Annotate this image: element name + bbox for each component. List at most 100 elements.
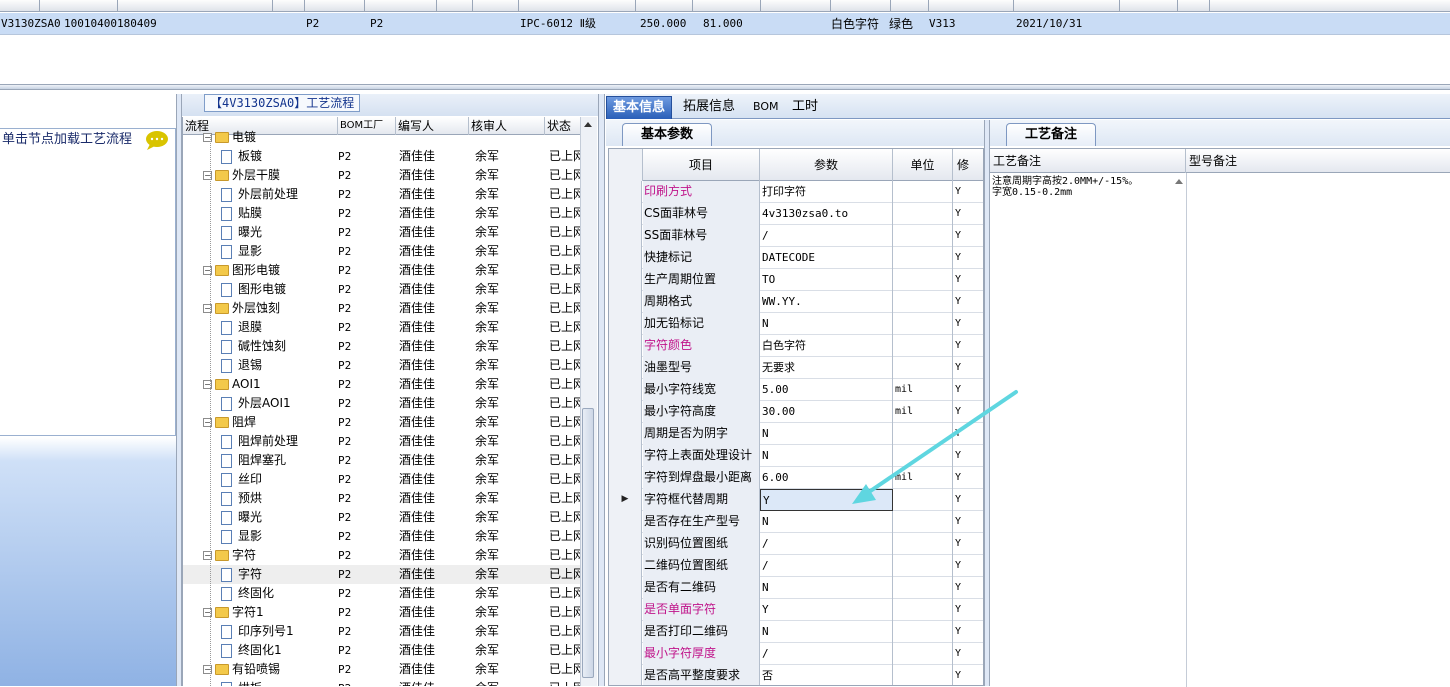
tree-group-row[interactable]: −有铅喷锡 P2 酒佳佳 余军 已上网: [183, 660, 580, 679]
tree-scroll-thumb[interactable]: [582, 408, 594, 678]
row-indicator[interactable]: [609, 203, 642, 225]
param-value[interactable]: /: [760, 225, 893, 247]
tab-basic-params[interactable]: 基本参数: [622, 123, 713, 146]
tree-group-row[interactable]: −AOI1 P2 酒佳佳 余军 已上网: [183, 375, 580, 394]
tree-step-row[interactable]: 显影 P2 酒佳佳 余军 已上网: [183, 242, 580, 261]
param-value[interactable]: Y: [760, 489, 893, 511]
tab-bom[interactable]: BOM: [747, 96, 785, 119]
tree-group-row[interactable]: −外层干膜 P2 酒佳佳 余军 已上网: [183, 166, 580, 185]
param-value[interactable]: N: [760, 511, 893, 533]
param-row[interactable]: 是否存在生产型号 N Y: [609, 511, 983, 533]
param-row[interactable]: 周期是否为阴字 N Y: [609, 423, 983, 445]
tab-work-hours[interactable]: 工时: [786, 96, 824, 119]
tree-group-row[interactable]: −图形电镀 P2 酒佳佳 余军 已上网: [183, 261, 580, 280]
params-col-item[interactable]: 项目: [643, 149, 760, 181]
row-indicator[interactable]: [609, 247, 642, 269]
tree-step-row[interactable]: 曝光 P2 酒佳佳 余军 已上网: [183, 508, 580, 527]
param-value[interactable]: 5.00: [760, 379, 893, 401]
tree-step-row[interactable]: 丝印 P2 酒佳佳 余军 已上网: [183, 470, 580, 489]
param-value[interactable]: WW.YY.: [760, 291, 893, 313]
tree-step-row[interactable]: 外层AOI1 P2 酒佳佳 余军 已上网: [183, 394, 580, 413]
top-grid-row[interactable]: V3130ZSA0 10010400180409 P2 P2 IPC-6012 …: [0, 13, 1450, 35]
param-value[interactable]: N: [760, 577, 893, 599]
row-indicator[interactable]: [609, 445, 642, 467]
param-row[interactable]: 是否单面字符 Y Y: [609, 599, 983, 621]
row-indicator[interactable]: [609, 335, 642, 357]
param-value[interactable]: 否: [760, 665, 893, 685]
basic-params-grid[interactable]: 项目 参数 单位 修 印刷方式 打印字符 Y CS面菲林号 4v3130zsa0.to Y…: [608, 148, 984, 686]
param-value[interactable]: TO: [760, 269, 893, 291]
tree-step-row[interactable]: 字符 P2 酒佳佳 余军 已上网: [183, 565, 580, 584]
notes-grid[interactable]: 工艺备注 型号备注 注意周期字高按2.0MM+/-15%。 字宽0.15-0.2…: [990, 148, 1450, 687]
param-row[interactable]: 最小字符高度 30.00 mil Y: [609, 401, 983, 423]
param-value[interactable]: 白色字符: [760, 335, 893, 357]
row-indicator[interactable]: [609, 423, 642, 445]
tree-group-row[interactable]: −字符1 P2 酒佳佳 余军 已上网: [183, 603, 580, 622]
row-indicator[interactable]: [609, 533, 642, 555]
param-value[interactable]: 30.00: [760, 401, 893, 423]
param-row[interactable]: CS面菲林号 4v3130zsa0.to Y: [609, 203, 983, 225]
param-value[interactable]: 无要求: [760, 357, 893, 379]
param-row[interactable]: SS面菲林号 / Y: [609, 225, 983, 247]
param-value[interactable]: /: [760, 555, 893, 577]
param-value[interactable]: N: [760, 445, 893, 467]
row-indicator[interactable]: [609, 225, 642, 247]
row-indicator[interactable]: [609, 313, 642, 335]
params-col-unit[interactable]: 单位: [893, 149, 953, 181]
param-row[interactable]: 最小字符线宽 5.00 mil Y: [609, 379, 983, 401]
param-row[interactable]: 加无铅标记 N Y: [609, 313, 983, 335]
tree-group-row[interactable]: − 电镀: [183, 128, 580, 147]
row-indicator[interactable]: [609, 555, 642, 577]
tree-group-row[interactable]: −字符P2酒佳佳余军已上网: [183, 546, 580, 565]
tree-group-row[interactable]: −外层蚀刻 P2 酒佳佳 余军 已上网: [183, 299, 580, 318]
tab-extended-info[interactable]: 拓展信息: [677, 96, 741, 119]
tab-basic-info[interactable]: 基本信息: [606, 96, 673, 119]
param-value[interactable]: 打印字符: [760, 181, 893, 203]
row-indicator[interactable]: [609, 181, 642, 203]
tree-step-row[interactable]: 预烘 P2 酒佳佳 余军 已上网: [183, 489, 580, 508]
row-indicator[interactable]: [609, 511, 642, 533]
param-value[interactable]: N: [760, 423, 893, 445]
horizontal-splitter[interactable]: [0, 84, 1450, 90]
param-row[interactable]: 字符颜色 白色字符 Y: [609, 335, 983, 357]
process-tree[interactable]: 流程 BOM工厂 编写人 核审人 状态 −电镀板镀P2酒佳佳余军已上网−外层干膜…: [182, 117, 580, 686]
param-row[interactable]: 油墨型号 无要求 Y: [609, 357, 983, 379]
param-value[interactable]: 4v3130zsa0.to: [760, 203, 893, 225]
param-row[interactable]: 印刷方式 打印字符 Y: [609, 181, 983, 203]
process-note-text[interactable]: 注意周期字高按2.0MM+/-15%。 字宽0.15-0.2mm: [992, 176, 1168, 198]
param-value[interactable]: /: [760, 643, 893, 665]
row-indicator[interactable]: [609, 357, 642, 379]
row-indicator[interactable]: [609, 665, 642, 685]
notes-col-model[interactable]: 型号备注: [1186, 149, 1450, 173]
tree-step-row[interactable]: 图形电镀 P2 酒佳佳 余军 已上网: [183, 280, 580, 299]
scroll-up-icon[interactable]: [1174, 177, 1184, 187]
tree-step-row[interactable]: 贴膜 P2 酒佳佳 余军 已上网: [183, 204, 580, 223]
param-row[interactable]: 字符到焊盘最小距离 6.00 mil Y: [609, 467, 983, 489]
notes-col-process[interactable]: 工艺备注: [990, 149, 1186, 173]
row-indicator[interactable]: [609, 401, 642, 423]
middle-splitter[interactable]: [598, 94, 605, 686]
tree-step-row[interactable]: 烘板 P2 酒佳佳 余军 已上网: [183, 679, 580, 686]
tree-group-row[interactable]: −阻焊P2酒佳佳余军已上网: [183, 413, 580, 432]
param-row[interactable]: 生产周期位置 TO Y: [609, 269, 983, 291]
param-row[interactable]: 是否打印二维码 N Y: [609, 621, 983, 643]
tree-step-row[interactable]: 终固化1 P2 酒佳佳 余军 已上网: [183, 641, 580, 660]
param-value[interactable]: 6.00: [760, 467, 893, 489]
row-indicator[interactable]: [609, 291, 642, 313]
param-row[interactable]: 周期格式 WW.YY. Y: [609, 291, 983, 313]
params-col-param[interactable]: 参数: [760, 149, 893, 181]
tree-step-row[interactable]: 终固化 P2 酒佳佳 余军 已上网: [183, 584, 580, 603]
row-indicator[interactable]: [609, 577, 642, 599]
row-indicator[interactable]: [609, 467, 642, 489]
param-row[interactable]: 二维码位置图纸 / Y: [609, 555, 983, 577]
row-indicator[interactable]: [609, 621, 642, 643]
row-indicator[interactable]: [609, 599, 642, 621]
param-row[interactable]: ▶ 字符框代替周期 Y Y: [609, 489, 983, 511]
tab-process-notes[interactable]: 工艺备注: [1006, 123, 1097, 146]
tree-step-row[interactable]: 碱性蚀刻 P2 酒佳佳 余军 已上网: [183, 337, 580, 356]
param-value[interactable]: /: [760, 533, 893, 555]
tree-step-row[interactable]: 阻焊塞孔 P2 酒佳佳 余军 已上网: [183, 451, 580, 470]
tree-step-row[interactable]: 阻焊前处理 P2 酒佳佳 余军 已上网: [183, 432, 580, 451]
param-row[interactable]: 是否高平整度要求否 Y: [609, 665, 983, 685]
row-indicator[interactable]: [609, 379, 642, 401]
